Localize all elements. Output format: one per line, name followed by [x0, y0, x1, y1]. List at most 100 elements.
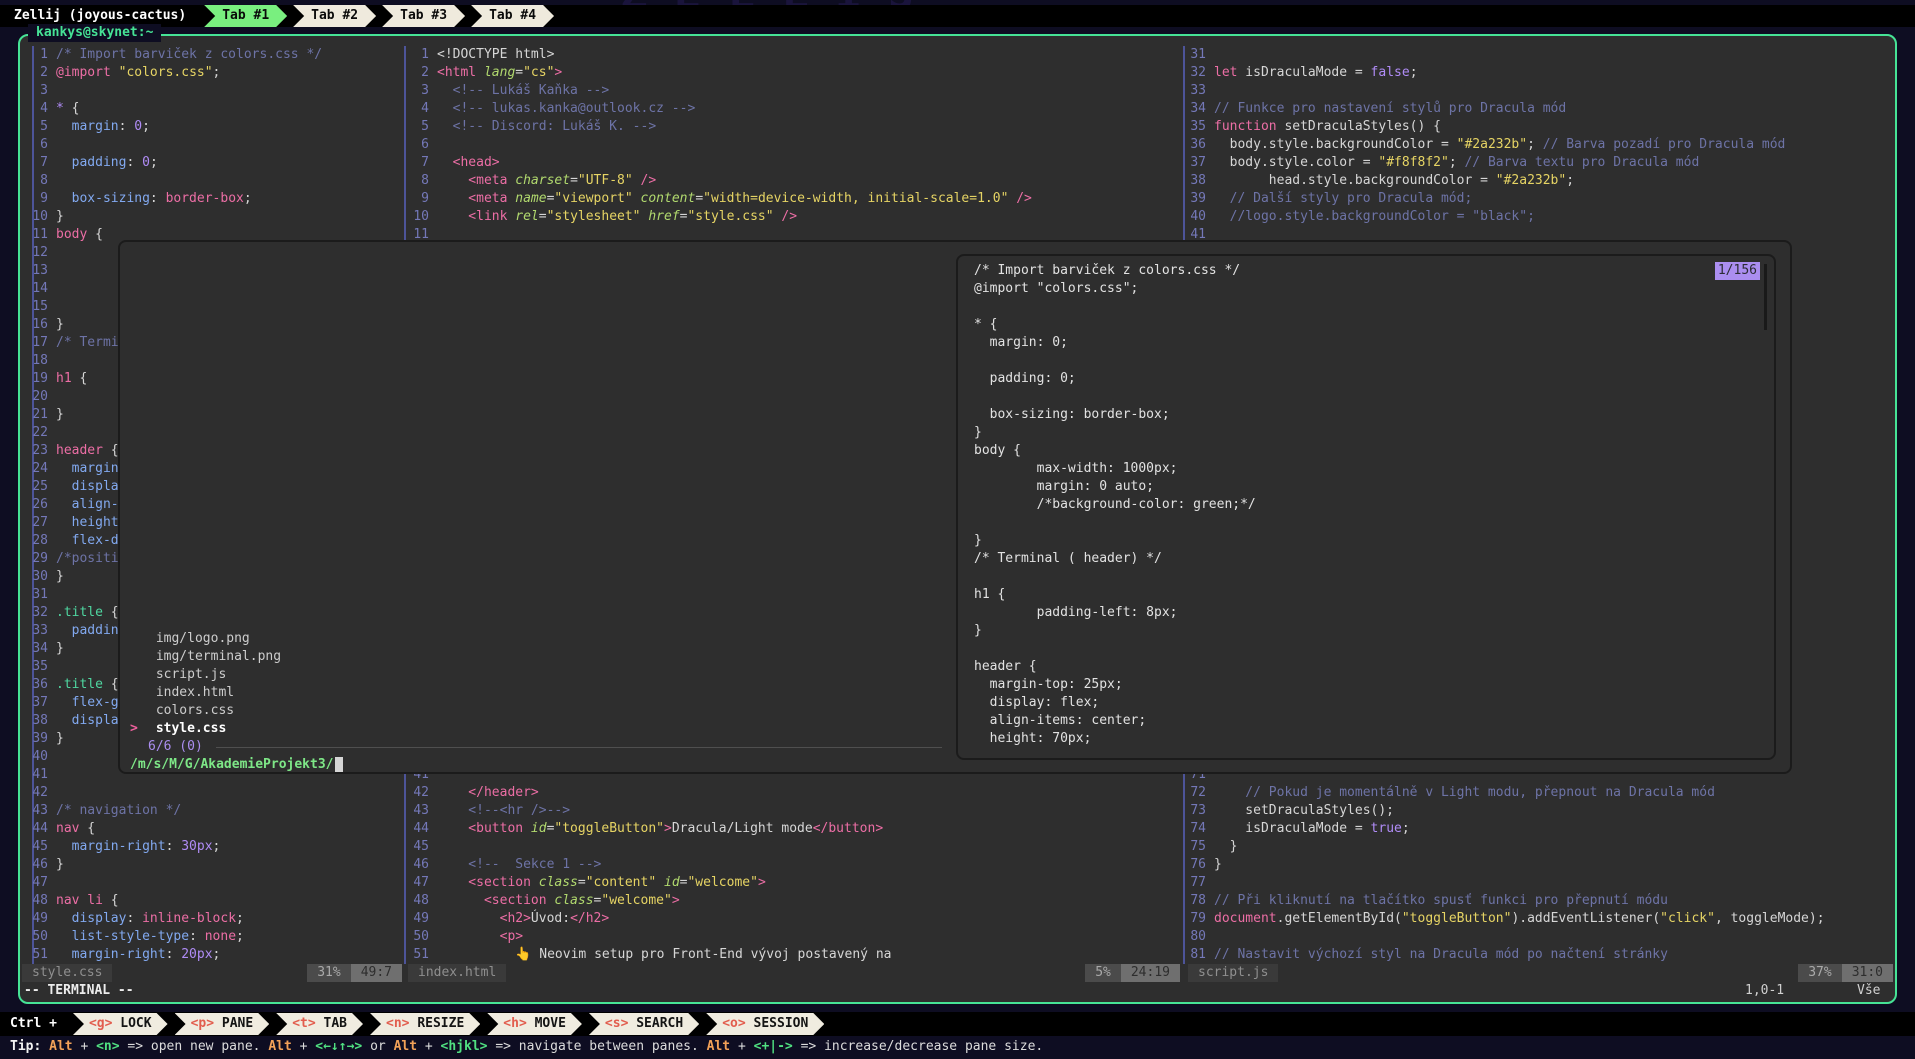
line-number: 37: [1188, 154, 1206, 172]
preview-line: max-width: 1000px;: [974, 460, 1256, 478]
file-item[interactable]: script.js: [130, 666, 226, 684]
code-text: margin-right: 30px;: [56, 838, 220, 856]
code-text: <meta name="viewport" content="width=dev…: [437, 190, 1032, 208]
tab-tab-2[interactable]: Tab #2: [293, 5, 376, 27]
line-number: 18: [22, 352, 48, 370]
code-line: 10 <link rel="stylesheet" href="style.cs…: [408, 208, 1180, 226]
tab-tab-3[interactable]: Tab #3: [382, 5, 465, 27]
preview-line: [974, 388, 1256, 406]
preview-line: }: [974, 622, 1256, 640]
code-text: <!DOCTYPE html>: [437, 46, 554, 64]
code-line: 10}: [22, 208, 402, 226]
file-item[interactable]: img/terminal.png: [130, 648, 281, 666]
keybind-session: <o> SESSION: [706, 1013, 824, 1035]
line-number: 49: [22, 910, 48, 928]
line-number: 79: [1188, 910, 1206, 928]
line-number: 3: [408, 82, 429, 100]
code-text: display: inline-block;: [56, 910, 244, 928]
code-line: 72 // Pokud je momentálně v Light modu, …: [1188, 784, 1893, 802]
line-number: 51: [22, 946, 48, 964]
tab-tab-1[interactable]: Tab #1: [204, 5, 287, 27]
floating-fzf-window[interactable]: img/logo.png img/terminal.png script.js …: [118, 240, 1792, 774]
code-line: 46}: [22, 856, 402, 874]
fzf-pointer-icon: [130, 649, 138, 664]
line-number: 39: [1188, 190, 1206, 208]
code-text: nav {: [56, 820, 95, 838]
code-text: align-: [56, 496, 119, 514]
code-text: padding: 0;: [56, 154, 158, 172]
statusline-percent: 5%: [1085, 964, 1121, 982]
code-line: 74 isDraculaMode = true;: [1188, 820, 1893, 838]
file-item[interactable]: >style.css: [130, 720, 226, 738]
line-number: 51: [408, 946, 429, 964]
preview-line: body {: [974, 442, 1256, 460]
code-text: 👆 Neovim setup pro Front-End vývoj posta…: [437, 946, 891, 964]
code-text: /* Termi: [56, 334, 119, 352]
preview-line: h1 {: [974, 586, 1256, 604]
code-line: 9 box-sizing: border-box;: [22, 190, 402, 208]
code-text: }: [1214, 856, 1222, 874]
line-number: 50: [408, 928, 429, 946]
code-line: 35function setDraculaStyles() {: [1188, 118, 1893, 136]
code-line: 50 list-style-type: none;: [22, 928, 402, 946]
code-text: }: [1214, 838, 1237, 856]
code-text: <p>: [437, 928, 523, 946]
line-number: 32: [22, 604, 48, 622]
code-text: <!-- Sekce 1 -->: [437, 856, 601, 874]
code-text: height: [56, 514, 119, 532]
code-line: 43 <!--<hr />-->: [408, 802, 1180, 820]
file-item[interactable]: img/logo.png: [130, 630, 250, 648]
code-line: 3 <!-- Lukáš Kaňka -->: [408, 82, 1180, 100]
line-number: 74: [1188, 820, 1206, 838]
code-text: <section class="welcome">: [437, 892, 680, 910]
code-text: <!-- Lukáš Kaňka -->: [437, 82, 609, 100]
line-number: 77: [1188, 874, 1206, 892]
line-number: 37: [22, 694, 48, 712]
line-number: 41: [22, 766, 48, 784]
file-item[interactable]: colors.css: [130, 702, 234, 720]
line-number: 27: [22, 514, 48, 532]
code-text: .title {: [56, 676, 119, 694]
fzf-pointer-icon: [130, 685, 138, 700]
code-line: 5 <!-- Discord: Lukáš K. -->: [408, 118, 1180, 136]
statusline-filename: style.css: [22, 964, 112, 982]
line-number: 78: [1188, 892, 1206, 910]
line-number: 47: [408, 874, 429, 892]
statusline-position: 24:19: [1121, 964, 1180, 982]
line-number: 45: [22, 838, 48, 856]
line-number: 2: [22, 64, 48, 82]
code-text: margin: [56, 460, 119, 478]
line-number: 81: [1188, 946, 1206, 964]
code-line: 42 </header>: [408, 784, 1180, 802]
statusline-percent: 37%: [1798, 964, 1841, 982]
line-number: 7: [22, 154, 48, 172]
code-line: 33: [1188, 82, 1893, 100]
tab-tab-4[interactable]: Tab #4: [471, 5, 554, 27]
line-number: 24: [22, 460, 48, 478]
line-number: 13: [22, 262, 48, 280]
code-text: <!--<hr />-->: [437, 802, 570, 820]
line-number: 80: [1188, 928, 1206, 946]
code-line: 49 display: inline-block;: [22, 910, 402, 928]
code-text: document.getElementById("toggleButton").…: [1214, 910, 1825, 928]
code-line: 49 <h2>Úvod:</h2>: [408, 910, 1180, 928]
line-number: 2: [408, 64, 429, 82]
file-item[interactable]: index.html: [130, 684, 234, 702]
fzf-prompt-input[interactable]: /m/s/M/G/AkademieProjekt3/: [130, 756, 343, 774]
line-number: 44: [22, 820, 48, 838]
statusline-position: 49:7: [351, 964, 402, 982]
line-number: 1: [408, 46, 429, 64]
statusline-filename: index.html: [408, 964, 506, 982]
code-text: }: [56, 730, 64, 748]
code-line: 31: [1188, 46, 1893, 64]
line-number: 6: [22, 136, 48, 154]
code-text: flex-g: [56, 694, 119, 712]
code-text: flex-d: [56, 532, 119, 550]
code-line: 77: [1188, 874, 1893, 892]
line-number: 23: [22, 442, 48, 460]
line-number: 5: [22, 118, 48, 136]
code-line: 44 <button id="toggleButton">Dracula/Lig…: [408, 820, 1180, 838]
code-line: 40 //logo.style.backgroundColor = "black…: [1188, 208, 1893, 226]
code-text: head.style.backgroundColor = "#2a232b";: [1214, 172, 1574, 190]
line-number: 35: [1188, 118, 1206, 136]
